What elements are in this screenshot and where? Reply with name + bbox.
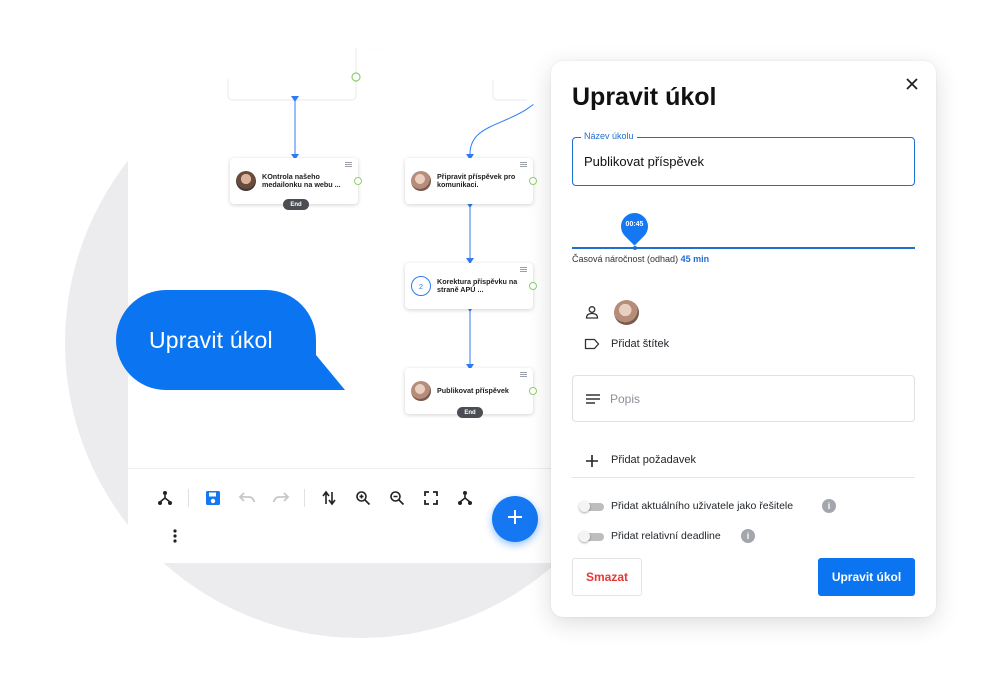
toolbar-separator xyxy=(188,489,189,507)
add-requirement-button[interactable]: Přidat požadavek xyxy=(611,454,696,466)
toggle-add-current-user[interactable] xyxy=(579,501,604,512)
add-tag-button[interactable]: Přidat štítek xyxy=(611,338,669,350)
node-menu-icon[interactable] xyxy=(520,267,527,272)
toggle-add-current-user-label: Přidat aktuálního uživatele jako řešitel… xyxy=(611,500,794,512)
duration-caption: Časová náročnost (odhad) 45 min xyxy=(572,254,709,264)
hierarchy-icon[interactable] xyxy=(154,487,176,509)
top-node-partial xyxy=(227,48,357,101)
more-vertical-icon[interactable] xyxy=(164,525,186,547)
plus-icon xyxy=(584,453,600,469)
top-node-partial-2 xyxy=(492,48,554,101)
node-label: Korektura příspěvku na straně APÚ ... xyxy=(437,276,518,294)
node-menu-icon[interactable] xyxy=(520,162,527,167)
avatar xyxy=(411,171,431,191)
close-icon xyxy=(906,77,918,95)
avatar xyxy=(411,381,431,401)
redo-icon[interactable] xyxy=(270,487,292,509)
zoom-in-icon[interactable] xyxy=(352,487,374,509)
workflow-node[interactable]: KOntrola našeho medailonku na webu ... xyxy=(230,158,362,204)
duration-slider-thumb[interactable] xyxy=(633,246,637,250)
node-label: Publikovat příspěvek xyxy=(437,385,509,395)
step-number-badge: 2 xyxy=(411,276,431,296)
zoom-out-icon[interactable] xyxy=(386,487,408,509)
node-port[interactable] xyxy=(529,387,537,395)
node-port[interactable] xyxy=(529,282,537,290)
close-button[interactable] xyxy=(901,75,923,97)
info-icon[interactable]: i xyxy=(822,499,836,513)
toggle-relative-deadline-label: Přidat relativní deadline xyxy=(611,530,721,542)
duration-caption-value: 45 min xyxy=(680,254,710,264)
slider-bubble-text: 00:45 xyxy=(625,221,644,228)
end-badge: End xyxy=(283,199,309,210)
plus-icon xyxy=(506,508,524,531)
hierarchy-icon[interactable] xyxy=(454,487,476,509)
avatar xyxy=(236,171,256,191)
node-menu-icon[interactable] xyxy=(345,162,352,167)
node-port[interactable] xyxy=(529,177,537,185)
duration-caption-label: Časová náročnost (odhad) xyxy=(572,254,679,264)
undo-icon[interactable] xyxy=(236,487,258,509)
node-label: Připravit příspěvek pro komunikaci. xyxy=(437,171,516,189)
toggle-relative-deadline[interactable] xyxy=(579,531,604,542)
update-task-button[interactable]: Upravit úkol xyxy=(818,558,915,596)
tag-icon xyxy=(584,336,600,352)
edit-task-modal: Upravit úkol Název úkolu Publikovat přís… xyxy=(551,61,936,617)
task-name-field[interactable]: Název úkolu Publikovat příspěvek xyxy=(572,131,915,186)
task-name-value[interactable]: Publikovat příspěvek xyxy=(584,154,704,169)
workflow-node[interactable]: 2 Korektura příspěvku na straně APÚ ... xyxy=(405,263,537,309)
divider xyxy=(572,477,915,478)
task-name-label: Název úkolu xyxy=(581,131,637,141)
toolbar-separator xyxy=(304,489,305,507)
description-placeholder: Popis xyxy=(610,392,641,406)
node-menu-icon[interactable] xyxy=(520,372,527,377)
text-lines-icon xyxy=(585,391,601,407)
add-node-fab[interactable] xyxy=(492,496,538,542)
fullscreen-icon[interactable] xyxy=(420,487,442,509)
description-input[interactable]: Popis xyxy=(572,375,915,422)
duration-slider-track[interactable] xyxy=(572,247,915,249)
swap-vertical-icon[interactable] xyxy=(318,487,340,509)
delete-button[interactable]: Smazat xyxy=(572,558,642,596)
node-label: KOntrola našeho medailonku na webu ... xyxy=(262,171,341,189)
node-port[interactable] xyxy=(354,177,362,185)
end-badge: End xyxy=(457,407,483,418)
workflow-node[interactable]: Připravit příspěvek pro komunikaci. xyxy=(405,158,537,204)
modal-title: Upravit úkol xyxy=(572,83,717,111)
callout-text: Upravit úkol xyxy=(149,326,273,353)
info-icon[interactable]: i xyxy=(741,529,755,543)
save-icon[interactable] xyxy=(202,487,224,509)
callout-bubble: Upravit úkol xyxy=(116,290,316,390)
callout-tail xyxy=(300,355,345,390)
assignee-avatar[interactable] xyxy=(614,300,639,325)
person-icon xyxy=(584,304,600,320)
